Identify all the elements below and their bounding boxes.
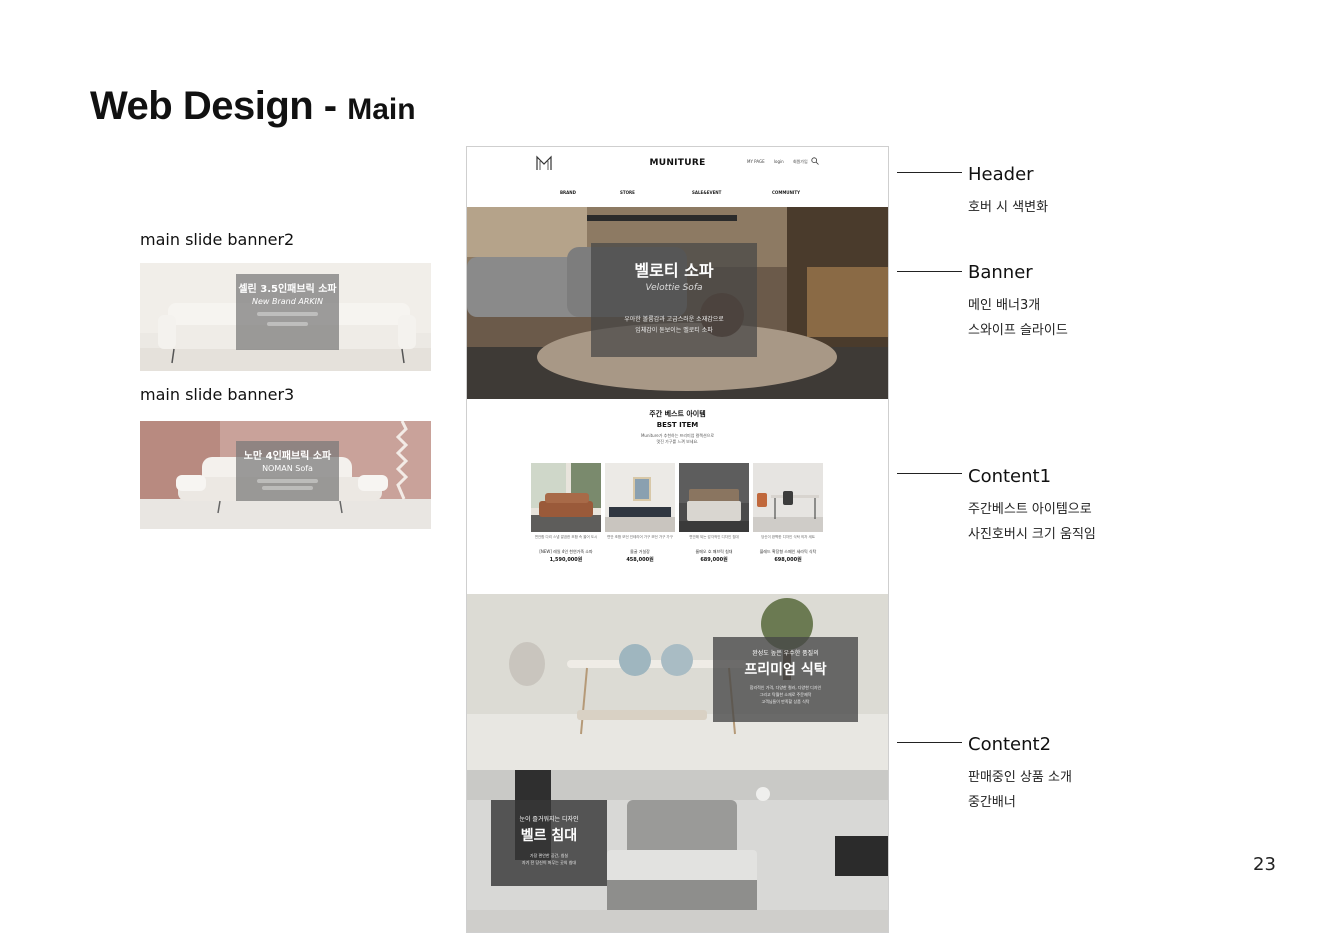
banner2-overlay: 셀린 3.5인패브릭 소파 New Brand ARKIN <box>236 274 339 350</box>
best-item-3-price: 689,000원 <box>700 557 728 563</box>
banner3-text <box>256 479 319 483</box>
annotation-line-header <box>897 172 962 173</box>
main-banner-overlay: 벨로티 소파 Velottie Sofa 우아한 볼륨감과 고급스러운 소재감으… <box>591 243 757 357</box>
util-mypage-link[interactable]: MY PAGE <box>747 159 765 164</box>
bed-photo <box>679 463 749 532</box>
search-icon[interactable] <box>811 157 819 165</box>
best-item-2-name: 몰굴 거실장 <box>630 549 650 554</box>
banner3-image: 노만 4인패브릭 소파 NOMAN Sofa <box>140 421 431 529</box>
belle-bed-overlay: 눈이 즐거워지는 디자인 벨르 침대 가장 편안한 공간, 침실 자기 전 당신… <box>491 800 607 886</box>
best-item-1[interactable]: 편안함 다리 스냅 깔끔한 조합 속 올어 도시 [NEW] 레일 4인 천연가… <box>531 463 601 563</box>
banner2-title: 셀린 3.5인패브릭 소파 <box>238 284 337 295</box>
belle-bed-text: 가장 편안한 공간, 침실 자기 전 당신이 머무는 곳의 침대 <box>521 853 577 865</box>
best-item-3[interactable]: 편안해 되는 감각적인 디자인 침대 룸메오 호 패브릭 침대 689,000원 <box>679 463 749 563</box>
leather-sofa-photo <box>531 463 601 532</box>
main-banner[interactable]: 벨로티 소파 Velottie Sofa 우아한 볼륨감과 고급스러운 소재감으… <box>467 207 888 399</box>
nav-brand[interactable]: BRAND <box>560 190 576 195</box>
best-item-2-photo[interactable] <box>605 463 675 532</box>
website-mockup: MUNITURE MY PAGE login 회원가입 BRAND STORE … <box>466 146 889 933</box>
banner3-text-line2 <box>261 486 314 490</box>
page-title: Web Design - Main <box>90 86 416 126</box>
premium-table-title: 프리미엄 식탁 <box>744 662 827 678</box>
banner2-label: main slide banner2 <box>140 230 295 249</box>
premium-table-text: 합리적인 가격, 다양한 컬러, 다양한 디자인 그리고 탁월한 소재로 주문제… <box>749 685 822 704</box>
premium-table-subtitle: 완성도 높은 우수한 품질의 <box>752 650 819 657</box>
best-item-2[interactable]: 편안 조합 모던 인테리어 가구 모던 가구 가구 몰굴 거실장 458,000… <box>605 463 675 563</box>
best-item-4-desc: 당신이 완벽한 디자인 식탁 의자 세트 <box>761 535 815 539</box>
page-title-sub: Main <box>347 93 416 126</box>
belle-bed-banner[interactable]: 눈이 즐거워지는 디자인 벨르 침대 가장 편안한 공간, 침실 자기 전 당신… <box>467 770 888 932</box>
annotation-line-content2 <box>897 742 962 743</box>
best-title-en: BEST ITEM <box>656 421 699 429</box>
best-item-header: 주간 베스트 아이템 BEST ITEM Muniture가 추천하는 프리미엄… <box>467 409 888 445</box>
premium-table-overlay: 완성도 높은 우수한 품질의 프리미엄 식탁 합리적인 가격, 다양한 컬러, … <box>713 637 858 722</box>
annotation-content2-title: Content2 <box>968 734 1052 755</box>
best-item-3-desc: 편안해 되는 감각적인 디자인 침대 <box>689 535 739 539</box>
best-item-3-name: 룸메오 호 패브릭 침대 <box>695 549 733 554</box>
annotation-header-title: Header <box>968 164 1034 185</box>
belle-bed-title: 벨르 침대 <box>520 828 578 844</box>
util-login-link[interactable]: login <box>774 159 784 164</box>
banner2-text <box>256 312 319 316</box>
banner3-overlay: 노만 4인패브릭 소파 NOMAN Sofa <box>236 441 339 501</box>
best-item-1-name: [NEW] 레일 4인 천연가죽 소파 <box>539 549 593 554</box>
best-item-1-photo[interactable] <box>531 463 601 532</box>
annotation-line-content1 <box>897 473 962 474</box>
best-item-4-price: 698,000원 <box>774 557 802 563</box>
best-item-4-photo[interactable] <box>753 463 823 532</box>
tv-stand-photo <box>605 463 675 532</box>
annotation-banner-desc-1: 메인 배너3개 <box>968 298 1041 313</box>
premium-table-banner[interactable]: 완성도 높은 우수한 품질의 프리미엄 식탁 합리적인 가격, 다양한 컬러, … <box>467 594 888 770</box>
best-title-ko: 주간 베스트 아이템 <box>649 410 706 418</box>
best-item-4[interactable]: 당신이 완벽한 디자인 식탁 의자 세트 블레드 확장형 스페인 세라믹 식탁 … <box>753 463 823 563</box>
mockup-util-links: MY PAGE login 회원가입 <box>747 159 816 165</box>
page-title-main: Web Design - <box>90 84 348 128</box>
best-item-list: 편안함 다리 스냅 깔끔한 조합 속 올어 도시 [NEW] 레일 4인 천연가… <box>531 463 831 573</box>
best-desc: Muniture가 추천하는 프리미엄 컬렉션으로 멋진 가구를 느껴 보세요. <box>640 433 715 444</box>
banner3-label: main slide banner3 <box>140 385 295 404</box>
best-item-1-desc: 편안함 다리 스냅 깔끔한 조합 속 올어 도시 <box>534 535 598 539</box>
util-signup-link[interactable]: 회원가입 <box>793 159 808 164</box>
banner3-title: 노만 4인패브릭 소파 <box>243 451 332 462</box>
main-banner-text: 우아한 볼륨감과 고급스러운 소재감으로 입체감이 돋보이는 벨로티 소파 <box>624 316 724 334</box>
nav-community[interactable]: COMMUNITY <box>772 190 800 195</box>
banner2-image: 셀린 3.5인패브릭 소파 New Brand ARKIN <box>140 263 431 371</box>
mockup-brand[interactable]: MUNITURE <box>467 158 888 168</box>
annotation-header-desc: 호버 시 색변화 <box>968 200 1049 215</box>
nav-sale-event[interactable]: SALE&EVENT <box>692 190 721 195</box>
belle-bed-subtitle: 눈이 즐거워지는 디자인 <box>519 816 579 823</box>
nav-store[interactable]: STORE <box>620 190 635 195</box>
best-item-1-price: 1,590,000원 <box>549 557 583 563</box>
page-number: 23 <box>1253 854 1276 875</box>
main-banner-subtitle: Velottie Sofa <box>645 283 703 293</box>
dining-table-photo <box>753 463 823 532</box>
annotation-content1-title: Content1 <box>968 466 1052 487</box>
best-item-4-name: 블레드 확장형 스페인 세라믹 식탁 <box>759 549 817 554</box>
banner2-text-line2 <box>266 322 309 326</box>
banner3-subtitle: NOMAN Sofa <box>262 464 313 473</box>
best-item-2-desc: 편안 조합 모던 인테리어 가구 모던 가구 가구 <box>607 535 673 539</box>
annotation-banner-title: Banner <box>968 262 1033 283</box>
annotation-content2-desc-1: 판매중인 상품 소개 <box>968 770 1072 785</box>
best-item-3-photo[interactable] <box>679 463 749 532</box>
annotation-banner-desc-2: 스와이프 슬라이드 <box>968 323 1068 338</box>
annotation-line-banner <box>897 271 962 272</box>
best-item-2-price: 458,000원 <box>626 557 654 563</box>
main-banner-title: 벨로티 소파 <box>634 261 714 280</box>
annotation-content1-desc-2: 사진호버시 크기 움직임 <box>968 527 1096 542</box>
banner2-subtitle: New Brand ARKIN <box>252 297 323 306</box>
mockup-header: MUNITURE MY PAGE login 회원가입 BRAND STORE … <box>467 147 888 207</box>
annotation-content2-desc-2: 중간배너 <box>968 795 1016 810</box>
annotation-content1-desc-1: 주간베스트 아이템으로 <box>968 502 1092 517</box>
